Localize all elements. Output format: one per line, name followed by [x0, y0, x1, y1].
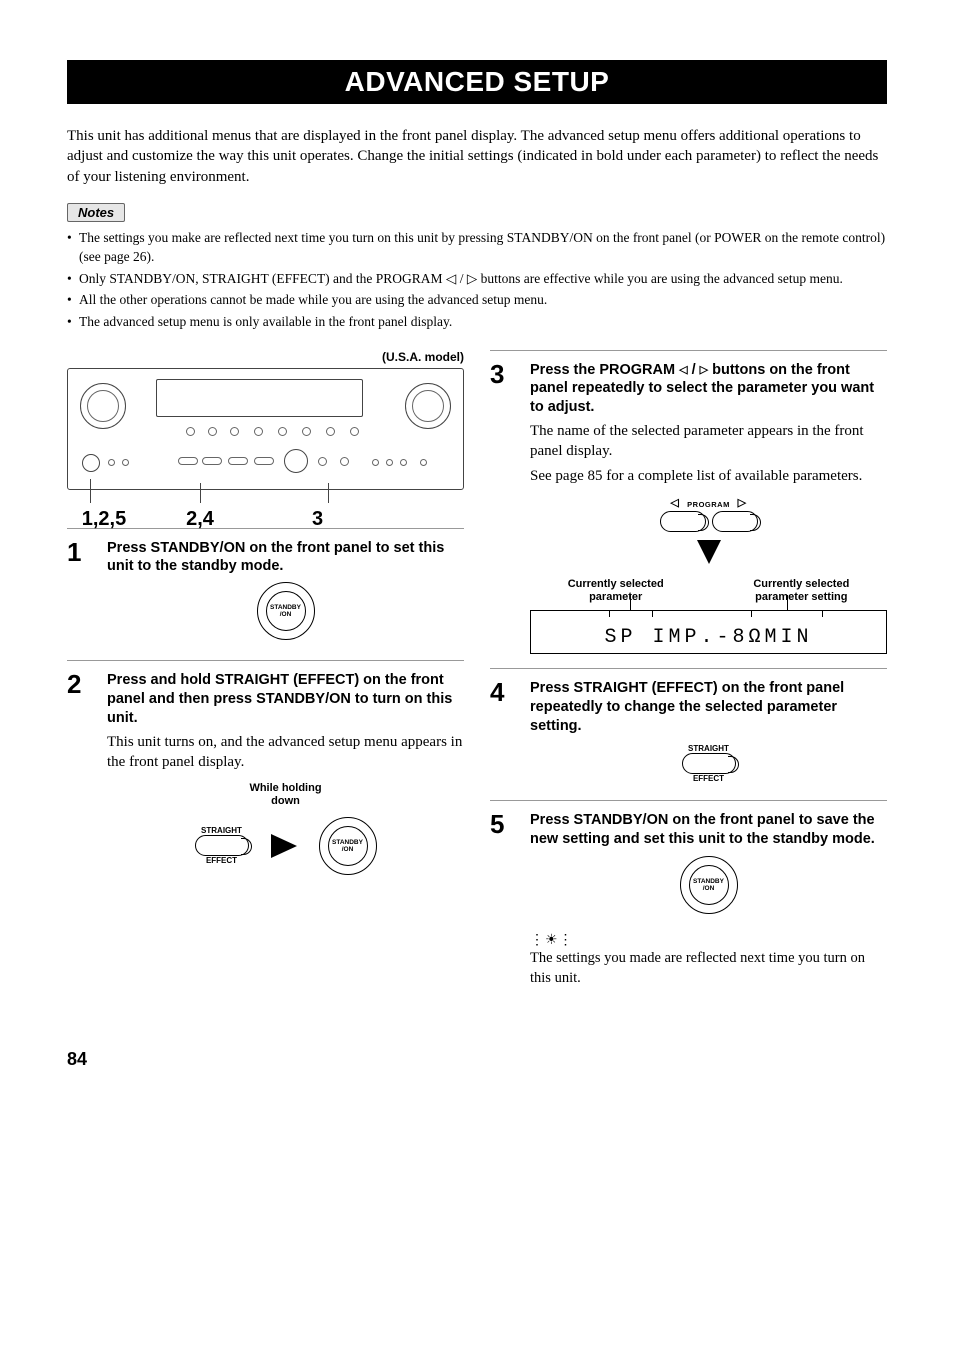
lcd-text: SP IMP.-8ΩMIN [531, 626, 886, 649]
step-heading: Press the PROGRAM ◁ / ▷ buttons on the f… [530, 361, 887, 418]
step-heading: Press STANDBY/ON on the front panel to s… [530, 811, 887, 849]
standby-label: STANDBY /ON [689, 865, 729, 905]
standby-on-button-icon: STANDBY /ON [680, 856, 738, 914]
step-5: 5 Press STANDBY/ON on the front panel to… [490, 800, 887, 989]
step-number: 1 [67, 539, 93, 647]
step-number: 3 [490, 361, 516, 655]
section-title: ADVANCED SETUP [67, 60, 887, 104]
step-number: 2 [67, 671, 93, 878]
tip-icon: ⋮☀⋮ [530, 932, 887, 949]
arrow-down-icon [697, 540, 721, 564]
left-triangle-icon: ◁ [679, 363, 687, 377]
hold-label: While holding down [107, 782, 464, 808]
note-item: The settings you make are reflected next… [67, 228, 887, 267]
straight-bottom-label: EFFECT [682, 774, 736, 783]
straight-top-label: STRAIGHT [682, 744, 736, 753]
step-heading: Press and hold STRAIGHT (EFFECT) on the … [107, 671, 464, 728]
note-item: All the other operations cannot be made … [67, 290, 887, 310]
tip-text: The settings you made are reflected next… [530, 949, 887, 988]
note-item: Only STANDBY/ON, STRAIGHT (EFFECT) and t… [67, 269, 887, 289]
selected-parameter-label: Currently selected parameter [530, 578, 701, 604]
program-label: PROGRAM [687, 500, 730, 509]
step-4: 4 Press STRAIGHT (EFFECT) on the front p… [490, 668, 887, 786]
standby-label: STANDBY /ON [266, 591, 306, 631]
selected-setting-label: Currently selected parameter setting [716, 578, 887, 604]
notes-heading: Notes [67, 203, 125, 222]
note-item: The advanced setup menu is only availabl… [67, 312, 887, 332]
step-1: 1 Press STANDBY/ON on the front panel to… [67, 528, 464, 647]
standby-on-button-icon: STANDBY /ON [257, 582, 315, 640]
step-number: 4 [490, 679, 516, 786]
straight-effect-button-icon: STRAIGHT EFFECT [682, 744, 736, 783]
step-heading: Press STANDBY/ON on the front panel to s… [107, 539, 464, 577]
page-number: 84 [67, 1049, 887, 1070]
diagram-callout-1: 1,2,5 [68, 508, 140, 531]
standby-on-button-icon: STANDBY /ON [319, 817, 377, 875]
left-triangle-icon: ◁ [670, 496, 679, 509]
straight-bottom-label: EFFECT [195, 856, 249, 865]
intro-paragraph: This unit has additional menus that are … [67, 126, 887, 187]
program-buttons-icon [530, 511, 887, 532]
step-3: 3 Press the PROGRAM ◁ / ▷ buttons on the… [490, 350, 887, 655]
arrow-right-icon [271, 834, 297, 858]
straight-top-label: STRAIGHT [195, 826, 249, 835]
step-text: The name of the selected parameter appea… [530, 421, 887, 462]
step-2: 2 Press and hold STRAIGHT (EFFECT) on th… [67, 660, 464, 878]
right-triangle-icon: ▷ [700, 363, 708, 377]
step-number: 5 [490, 811, 516, 989]
standby-label: STANDBY /ON [328, 826, 368, 866]
straight-effect-button-icon: STRAIGHT EFFECT [195, 826, 249, 865]
step-text: This unit turns on, and the advanced set… [107, 732, 464, 773]
front-panel-diagram: 1,2,5 2,4 3 [67, 368, 464, 490]
step-text: See page 85 for a complete list of avail… [530, 466, 887, 486]
right-triangle-icon: ▷ [738, 496, 747, 509]
diagram-callout-2: 2,4 [140, 508, 260, 531]
step-heading: Press STRAIGHT (EFFECT) on the front pan… [530, 679, 887, 736]
model-label: (U.S.A. model) [67, 350, 464, 364]
notes-list: The settings you make are reflected next… [67, 228, 887, 332]
lcd-display: SP IMP.-8ΩMIN [530, 610, 887, 654]
diagram-callout-3: 3 [260, 508, 463, 531]
step-head-part-a: Press the PROGRAM [530, 362, 679, 378]
